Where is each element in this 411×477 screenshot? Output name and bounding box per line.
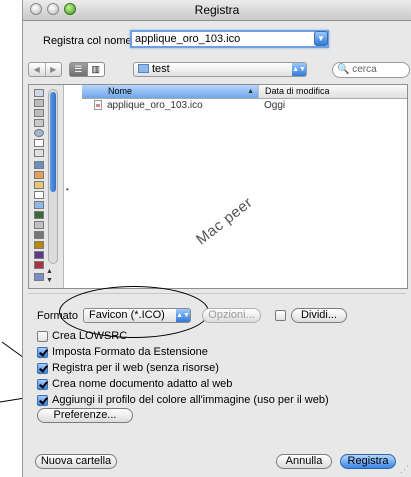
filename-field[interactable]: applique_oro_103.ico: [130, 30, 329, 48]
document-icon[interactable]: [34, 139, 44, 147]
view-mode-buttons: ☰ ▥: [69, 62, 105, 77]
search-icon: 🔍: [337, 64, 350, 75]
sort-ascending-icon: ▲: [247, 88, 254, 95]
pictures-icon[interactable]: [34, 211, 44, 219]
file-list: Nome ▲ Data di modifica applique_oro_103…: [82, 85, 407, 288]
sidebar: ▲ ▼: [29, 85, 64, 288]
file-name-cell: applique_oro_103.ico: [82, 99, 258, 113]
file-browser: ▲ ▼ • Nome ▲ Data di modifica applique_or…: [28, 84, 408, 289]
movies-icon[interactable]: [34, 251, 44, 259]
save-as-label: Registra col nome:: [43, 35, 135, 47]
save-dialog: Registra Registra col nome: applique_oro…: [22, 0, 411, 477]
column-header-name[interactable]: Nome ▲: [82, 85, 258, 98]
lowsrc-checkbox[interactable]: [37, 330, 48, 342]
documents-icon[interactable]: [34, 191, 44, 199]
popup-arrows-icon: ▲▼: [292, 63, 306, 76]
folder-popup[interactable]: test ▲▼: [133, 62, 307, 77]
option-label: Registra per il web (senza risorse): [52, 362, 219, 374]
desktop-icon[interactable]: [34, 161, 44, 169]
column-header-date[interactable]: Data di modifica: [258, 85, 407, 98]
option-format-from-extension[interactable]: Imposta Formato da Estensione: [37, 346, 208, 358]
split-checkbox[interactable]: [275, 310, 286, 321]
disk-icon[interactable]: [34, 119, 44, 127]
format-from-extension-checkbox[interactable]: [37, 346, 48, 358]
option-color-profile[interactable]: Aggiungi il profilo del colore all'immag…: [37, 394, 329, 406]
resize-grip-icon[interactable]: ⋰: [400, 464, 409, 475]
file-name: applique_oro_103.ico: [107, 100, 203, 111]
forward-arrow-icon[interactable]: ▶: [46, 63, 62, 76]
option-label: Crea nome documento adatto al web: [52, 378, 233, 390]
option-label: Aggiungi il profilo del colore all'immag…: [52, 394, 329, 406]
option-lowsrc[interactable]: Crea LOWSRC: [37, 330, 127, 342]
home-icon[interactable]: [34, 181, 44, 189]
save-for-web-checkbox[interactable]: [37, 362, 48, 374]
options-button[interactable]: Opzioni...: [202, 308, 261, 323]
file-list-header: Nome ▲ Data di modifica: [82, 85, 407, 99]
disk-icon[interactable]: [34, 149, 44, 157]
option-label: Imposta Formato da Estensione: [52, 346, 208, 358]
file-row[interactable]: applique_oro_103.ico Oggi: [82, 99, 407, 113]
music-icon[interactable]: [34, 241, 44, 249]
search-placeholder: cerca: [352, 64, 377, 75]
preferences-button[interactable]: Preferenze...: [37, 408, 133, 423]
title-bar[interactable]: Registra: [23, 0, 411, 21]
back-forward-buttons: ◀ ▶: [28, 62, 62, 77]
file-date: Oggi: [264, 100, 286, 111]
split-checkbox-row[interactable]: [275, 310, 290, 321]
column-view-icon[interactable]: ▥: [88, 63, 105, 76]
network-icon[interactable]: [34, 129, 44, 137]
new-folder-button[interactable]: Nuova cartella: [35, 454, 117, 469]
list-view-icon[interactable]: ☰: [70, 63, 88, 76]
folder-icon: [138, 64, 149, 73]
folder-icon[interactable]: [34, 273, 44, 281]
chevron-down-icon: ▼: [317, 34, 325, 43]
sidebar-scroll-arrows[interactable]: ▲ ▼: [46, 267, 53, 285]
folder-icon[interactable]: [34, 221, 44, 229]
web-filename-checkbox[interactable]: [37, 378, 48, 390]
expand-dialog-button[interactable]: ▼: [314, 31, 328, 46]
folder-name: test: [152, 63, 170, 75]
applications-icon[interactable]: [34, 171, 44, 179]
column-name-label: Nome: [108, 86, 133, 96]
cancel-button[interactable]: Annulla: [276, 454, 332, 469]
sidebar-scroll-thumb[interactable]: [50, 92, 56, 192]
color-profile-checkbox[interactable]: [37, 394, 48, 406]
option-save-for-web[interactable]: Registra per il web (senza risorse): [37, 362, 219, 374]
split-button[interactable]: Dividi...: [291, 308, 347, 323]
folder-icon[interactable]: [34, 201, 44, 209]
back-arrow-icon[interactable]: ◀: [29, 63, 46, 76]
folder-icon[interactable]: [34, 231, 44, 239]
image-file-icon: [94, 100, 102, 110]
search-field[interactable]: 🔍 cerca: [332, 62, 410, 78]
option-label: Crea LOWSRC: [52, 330, 128, 342]
disk-icon[interactable]: [34, 109, 44, 117]
sidebar-scrollbar[interactable]: [48, 89, 58, 264]
folder-icon[interactable]: [34, 261, 44, 269]
disk-icon[interactable]: [34, 89, 44, 97]
splitter-handle[interactable]: •: [66, 185, 69, 194]
option-web-filename[interactable]: Crea nome documento adatto al web: [37, 378, 232, 390]
disk-icon[interactable]: [34, 99, 44, 107]
save-button[interactable]: Registra: [340, 454, 396, 469]
window-title: Registra: [194, 3, 240, 17]
